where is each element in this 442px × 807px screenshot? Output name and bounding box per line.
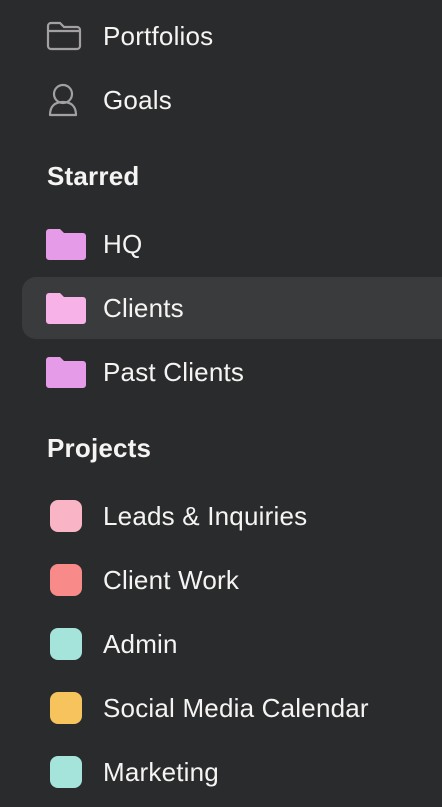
sidebar-item-goals[interactable]: Goals (22, 69, 442, 131)
color-square-icon (50, 500, 82, 532)
goals-person-icon (46, 82, 80, 118)
project-color-swatch (50, 756, 82, 788)
project-item-social-media-calendar[interactable]: Social Media Calendar (22, 677, 442, 739)
color-square-icon (50, 564, 82, 596)
starred-item-past-clients[interactable]: Past Clients (22, 341, 442, 403)
sidebar-item-portfolios[interactable]: Portfolios (22, 5, 442, 67)
sidebar-item-label: Social Media Calendar (103, 692, 369, 723)
sidebar-item-label: Marketing (103, 756, 219, 787)
sidebar-item-label: Portfolios (103, 20, 214, 51)
project-color-swatch (50, 692, 82, 724)
project-color-swatch (50, 564, 82, 596)
project-item-client-work[interactable]: Client Work (22, 549, 442, 611)
project-item-marketing[interactable]: Marketing (22, 741, 442, 803)
sidebar-item-label: HQ (103, 228, 143, 259)
project-color-swatch (50, 628, 82, 660)
project-color-swatch (50, 500, 82, 532)
color-square-icon (50, 756, 82, 788)
sidebar-item-label: Clients (103, 292, 184, 323)
sidebar: Portfolios Goals Starred HQ Clients Past… (0, 0, 442, 807)
starred-item-hq[interactable]: HQ (22, 213, 442, 275)
sidebar-item-label: Leads & Inquiries (103, 500, 308, 531)
project-item-leads-inquiries[interactable]: Leads & Inquiries (22, 485, 442, 547)
projects-heading: Projects (47, 433, 152, 463)
sidebar-item-label: Past Clients (103, 356, 245, 387)
folder-icon (46, 228, 86, 260)
project-item-admin[interactable]: Admin (22, 613, 442, 675)
sidebar-item-label: Goals (103, 84, 172, 115)
starred-item-clients[interactable]: Clients (22, 277, 442, 339)
folder-icon (46, 292, 86, 324)
color-square-icon (50, 628, 82, 660)
color-square-icon (50, 692, 82, 724)
folder-icon (46, 356, 86, 388)
starred-heading: Starred (47, 161, 140, 191)
sidebar-item-label: Client Work (103, 564, 240, 595)
folder-outline-icon (46, 21, 82, 51)
sidebar-item-label: Admin (103, 628, 178, 659)
